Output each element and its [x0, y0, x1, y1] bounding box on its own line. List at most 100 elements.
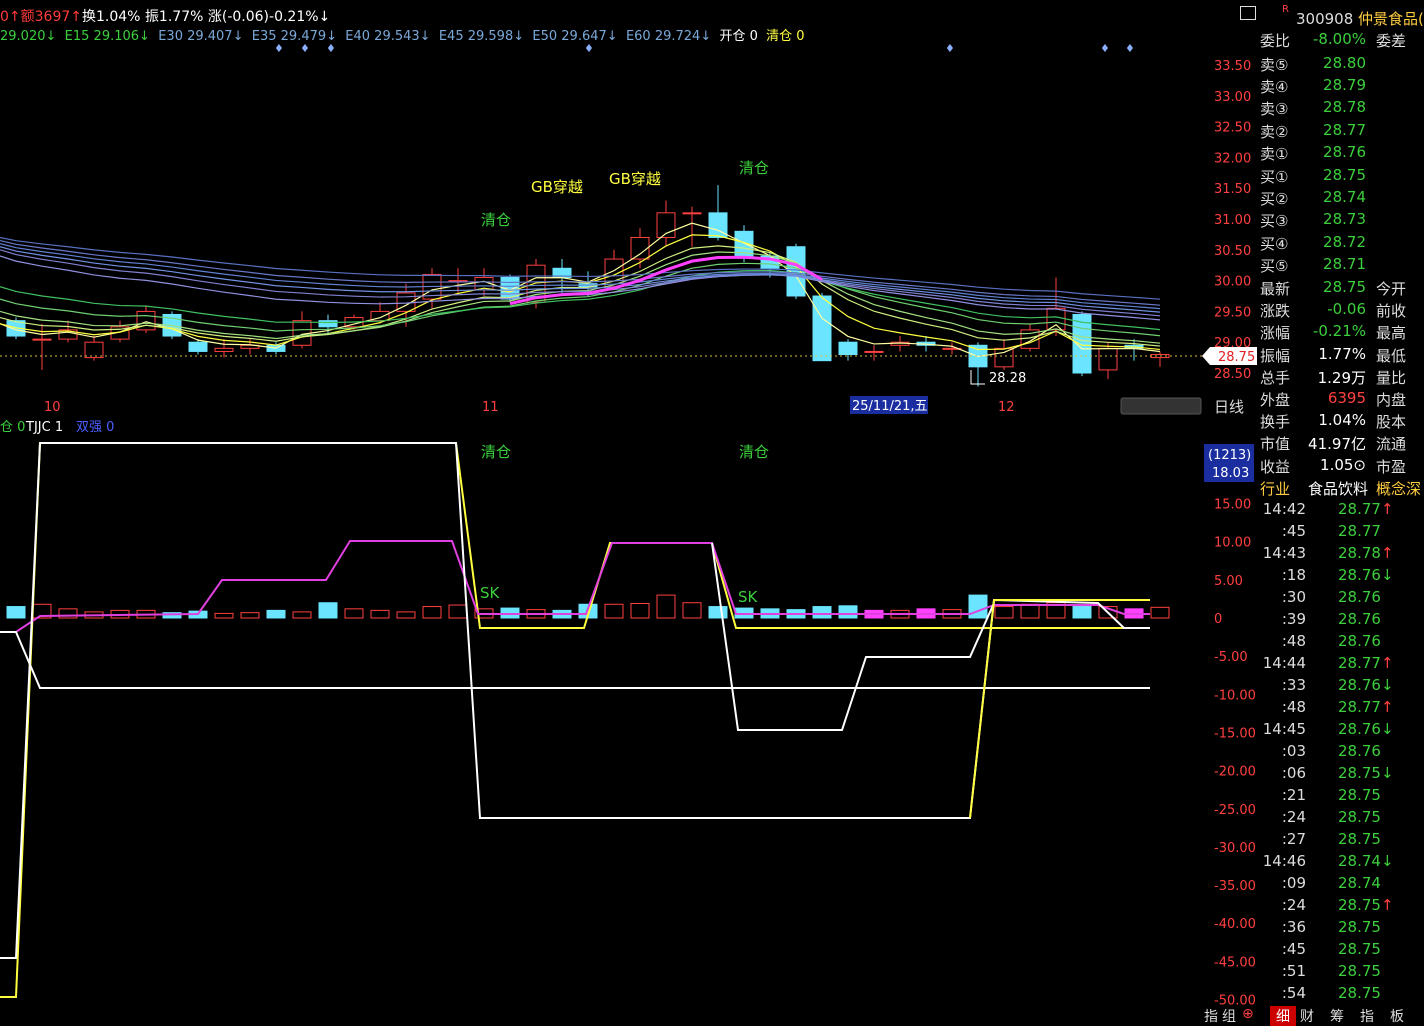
candle-body	[630, 236, 650, 260]
stat-value: 1.05⊙	[1320, 455, 1366, 474]
kline-chart[interactable]: 33.50 33.00 32.50 32.00 31.50 31.00 30.50 30.00…	[0, 0, 1258, 1026]
indicator-bar	[708, 606, 728, 619]
ask-level-value: 28.77	[1323, 120, 1366, 139]
candle-body	[32, 338, 52, 341]
sub-legend-tjjc: TJJC 1	[25, 420, 63, 435]
price-tick: 31.50	[1214, 182, 1251, 197]
add-tab-icon[interactable]: ⊕	[1242, 1006, 1254, 1022]
ask-level-row: 卖④ 28.79	[1258, 76, 1424, 98]
tick-price: 28.78↑	[1338, 544, 1394, 562]
candle-body	[1046, 307, 1066, 331]
bottom-tab-bar: 指组细财筹指板 ⊕	[1200, 1004, 1424, 1026]
period-label[interactable]: 日线	[1214, 398, 1244, 416]
tick-row: :24 28.75↑	[1258, 896, 1424, 918]
event-marker[interactable]: ♦	[274, 42, 284, 55]
quote-panel: R 300908 仲景食品( 委比 -8.00% 委差 卖⑤ 28.80 卖④ 2…	[1240, 0, 1424, 1026]
tick-time: :27	[1281, 830, 1306, 848]
event-marker[interactable]: ♦	[945, 42, 955, 55]
stat-row: 换手 1.04% 股本	[1258, 411, 1424, 433]
stat-row: 涨幅 -0.21% 最高	[1258, 322, 1424, 344]
window-toggle-icon[interactable]	[1240, 6, 1256, 20]
indicator-bar	[448, 604, 468, 619]
stat-value: 28.75	[1323, 278, 1366, 296]
stock-code: 300908	[1296, 10, 1354, 28]
ask-level-row: 卖① 28.76	[1258, 143, 1424, 165]
indicator-bar	[1020, 603, 1040, 619]
candle-body	[1098, 347, 1118, 371]
stat-row: 总手 1.29万 量比	[1258, 367, 1424, 389]
indicator-tick: 15.00	[1214, 498, 1251, 513]
bottom-tab[interactable]: 财	[1300, 1006, 1314, 1026]
tick-price: 28.75	[1338, 918, 1381, 936]
ema-line	[0, 222, 1161, 358]
indicator-tick: 5.00	[1214, 574, 1243, 589]
stat-row: 收益 1.05⊙ 市盈	[1258, 456, 1424, 478]
indicator-bar	[1072, 604, 1092, 619]
bottom-tab[interactable]: 细	[1270, 1006, 1296, 1026]
industry-label: 行业	[1260, 480, 1291, 498]
event-marker[interactable]: ♦	[1100, 42, 1110, 55]
tick-row: :24 28.75	[1258, 808, 1424, 830]
tick-arrow: ↑	[1380, 544, 1394, 562]
tick-price: 28.77↑	[1338, 500, 1394, 518]
stat-label2: 最高	[1376, 324, 1407, 343]
indicator-chart	[0, 442, 1170, 998]
bottom-tab[interactable]: 指	[1204, 1006, 1218, 1026]
signal-line-white	[0, 442, 1150, 959]
cursor-date-label: 25/11/21,五	[852, 399, 928, 414]
bid-level-row: 买④ 28.72	[1258, 233, 1424, 255]
ask-level-row: 卖③ 28.78	[1258, 98, 1424, 120]
tick-row: :21 28.75	[1258, 786, 1424, 808]
event-marker[interactable]: ♦	[1125, 42, 1135, 55]
stat-value: 1.29万	[1317, 368, 1366, 387]
tick-time: :06	[1281, 764, 1306, 782]
event-marker[interactable]: ♦	[300, 42, 310, 55]
bottom-tab[interactable]: 组	[1222, 1006, 1236, 1026]
signal-gb-cross-2: GB穿越	[609, 170, 661, 188]
tick-time: :30	[1281, 588, 1306, 606]
tick-time: :45	[1281, 522, 1306, 540]
tick-arrow: ↑	[1380, 698, 1394, 716]
tick-row: :06 28.75↓	[1258, 764, 1424, 786]
bottom-tab[interactable]: 筹	[1330, 1006, 1344, 1026]
event-marker[interactable]: ♦	[584, 42, 594, 55]
tick-row: :54 28.75	[1258, 984, 1424, 1006]
bid-level-row: 买① 28.75	[1258, 166, 1424, 188]
tick-arrow: ↑	[1380, 896, 1394, 914]
indicator-bar	[214, 612, 234, 619]
ask-level-value: 28.78	[1323, 98, 1366, 117]
indicator-bar	[630, 603, 650, 619]
tick-time: :39	[1281, 610, 1306, 628]
stat-label: 总手	[1260, 368, 1291, 387]
candle-body	[188, 341, 208, 352]
event-markers[interactable]: ♦ ♦ ♦ ♦ ♦ ♦ ♦	[274, 42, 1135, 55]
indicator-bar	[266, 609, 286, 619]
bottom-tab[interactable]: 指	[1360, 1006, 1374, 1026]
stat-label: 振幅	[1260, 346, 1291, 365]
bid-level-label: 买①	[1260, 168, 1289, 186]
tick-row: 14:43 28.78↑	[1258, 544, 1424, 566]
tick-price: 28.76↓	[1338, 566, 1394, 584]
stat-value: -0.06	[1327, 300, 1366, 319]
price-tick: 31.00	[1214, 213, 1251, 228]
tick-time: :09	[1281, 874, 1306, 892]
bottom-tab[interactable]: 板	[1390, 1006, 1404, 1026]
indicator-bar	[968, 594, 988, 619]
ask-level-label: 卖①	[1260, 144, 1289, 163]
tick-price: 28.77	[1338, 522, 1381, 540]
tick-time: :03	[1281, 742, 1306, 760]
industry-label2: 概念深	[1376, 480, 1422, 498]
signal-clear-1: 清仓	[481, 211, 511, 229]
scroll-handle[interactable]	[1120, 397, 1202, 415]
stat-label2: 量比	[1376, 368, 1407, 387]
stat-label2: 今开	[1376, 280, 1407, 298]
price-tick: 28.50	[1214, 367, 1251, 382]
candle-body	[864, 350, 884, 353]
tick-price: 28.76	[1338, 742, 1381, 760]
tick-time: :45	[1281, 940, 1306, 958]
event-marker[interactable]: ♦	[326, 42, 336, 55]
indicator-tick: 0	[1214, 612, 1222, 627]
stat-label2: 内盘	[1376, 391, 1407, 409]
industry-row: 行业 食品饮料 概念深	[1258, 478, 1424, 500]
stock-title[interactable]: 300908 仲景食品(	[1296, 8, 1424, 29]
